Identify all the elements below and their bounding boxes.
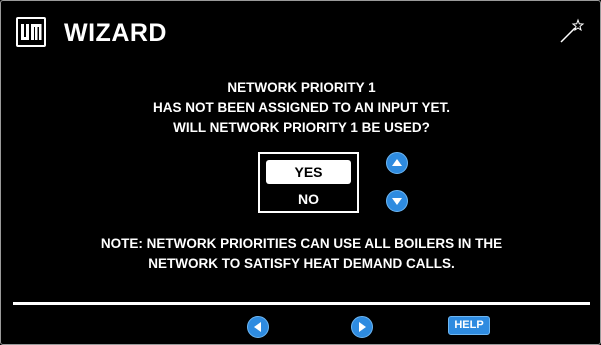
- message-line: NETWORK PRIORITY 1: [227, 80, 376, 95]
- header: WIZARD: [1, 1, 601, 67]
- triangle-right-icon: [359, 322, 366, 332]
- wizard-note: NOTE: NETWORK PRIORITIES CAN USE ALL BOI…: [1, 234, 601, 274]
- magic-wand-icon[interactable]: [558, 17, 586, 45]
- note-line: NOTE: NETWORK PRIORITIES CAN USE ALL BOI…: [100, 236, 503, 251]
- triangle-left-icon: [254, 322, 261, 332]
- option-yes[interactable]: YES: [266, 160, 351, 184]
- triangle-up-icon: [392, 159, 402, 166]
- wizard-question: NETWORK PRIORITY 1 HAS NOT BEEN ASSIGNED…: [1, 78, 601, 138]
- message-line: HAS NOT BEEN ASSIGNED TO AN INPUT YET.: [152, 100, 451, 115]
- page-title: WIZARD: [64, 19, 167, 47]
- footer-divider: [13, 302, 590, 305]
- scroll-up-button[interactable]: [386, 152, 408, 174]
- previous-button[interactable]: [247, 316, 269, 338]
- brand-logo-icon: [16, 17, 46, 47]
- help-button[interactable]: HELP: [448, 316, 490, 335]
- note-line: NETWORK TO SATISFY HEAT DEMAND CALLS.: [148, 256, 455, 271]
- screen-frame: WIZARD NETWORK PRIORITY 1 HAS NOT BEEN A…: [0, 0, 601, 345]
- option-no[interactable]: NO: [266, 187, 351, 211]
- next-button[interactable]: [351, 316, 373, 338]
- scroll-down-button[interactable]: [386, 190, 408, 212]
- option-list: YES NO: [258, 152, 359, 213]
- triangle-down-icon: [392, 198, 402, 205]
- message-line: WILL NETWORK PRIORITY 1 BE USED?: [173, 120, 430, 135]
